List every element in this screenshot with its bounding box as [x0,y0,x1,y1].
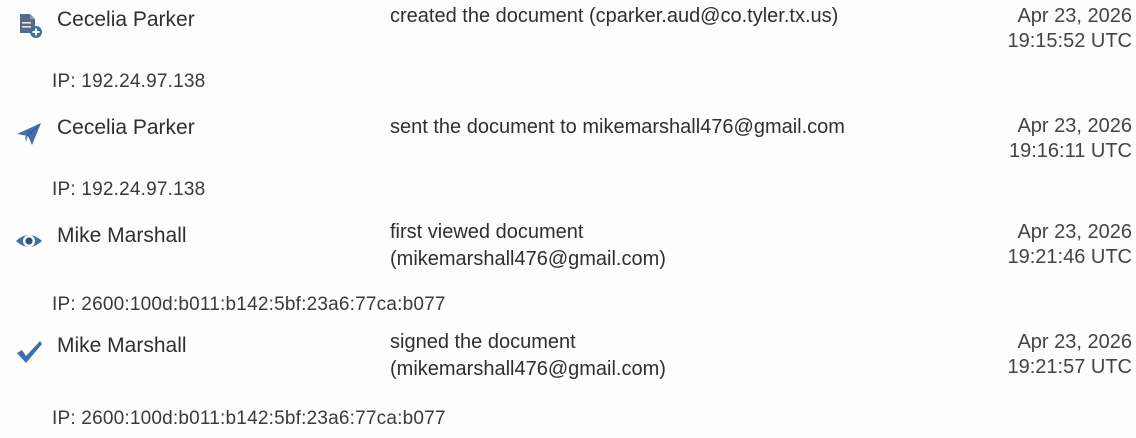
action-line: (mikemarshall476@gmail.com) [390,248,666,270]
action-line: (mikemarshall476@gmail.com) [390,358,666,380]
action-description: sent the document to mikemarshall476@gma… [390,114,960,141]
timestamp-time: 19:21:57 UTC [1007,356,1132,378]
action-line: signed the document [390,331,576,353]
audit-entry: Mike Marshall signed the document (mikem… [0,326,1136,436]
action-line: first viewed document [390,221,584,243]
timestamp-date: Apr 23, 2026 [1017,221,1132,243]
action-line: sent the document to mikemarshall476@gma… [390,116,845,138]
actor-name: Cecelia Parker [57,116,195,139]
timestamp: Apr 23, 2026 19:15:52 UTC [1007,4,1132,54]
timestamp-time: 19:21:46 UTC [1007,246,1132,268]
action-description: created the document (cparker.aud@co.tyl… [390,3,960,30]
actor-name: Mike Marshall [57,224,187,247]
action-line: created the document (cparker.aud@co.tyl… [390,5,839,27]
ip-address: IP: 2600:100d:b011:b142:5bf:23a6:77ca:b0… [52,408,446,429]
timestamp: Apr 23, 2026 19:21:46 UTC [1007,220,1132,270]
timestamp-date: Apr 23, 2026 [1017,5,1132,27]
timestamp: Apr 23, 2026 19:21:57 UTC [1007,330,1132,380]
actor-name: Mike Marshall [57,334,187,357]
action-description: first viewed document (mikemarshall476@g… [390,219,960,273]
ip-address: IP: 192.24.97.138 [52,179,206,200]
ip-address: IP: 2600:100d:b011:b142:5bf:23a6:77ca:b0… [52,294,446,315]
timestamp-time: 19:16:11 UTC [1008,140,1132,162]
document-created-icon [14,10,44,40]
ip-address: IP: 192.24.97.138 [52,71,206,92]
timestamp-date: Apr 23, 2026 [1017,115,1132,137]
audit-entry: Cecelia Parker sent the document to mike… [0,108,1136,218]
eye-icon [14,226,44,256]
timestamp-date: Apr 23, 2026 [1017,331,1132,353]
timestamp: Apr 23, 2026 19:16:11 UTC [1009,114,1132,164]
actor-name: Cecelia Parker [57,8,195,31]
audit-entry: Cecelia Parker created the document (cpa… [0,0,1136,110]
timestamp-time: 19:15:52 UTC [1007,30,1132,52]
action-description: signed the document (mikemarshall476@gma… [390,329,960,383]
checkmark-icon [14,336,44,366]
paper-plane-icon [14,118,44,148]
audit-entry: Mike Marshall first viewed document (mik… [0,216,1136,326]
